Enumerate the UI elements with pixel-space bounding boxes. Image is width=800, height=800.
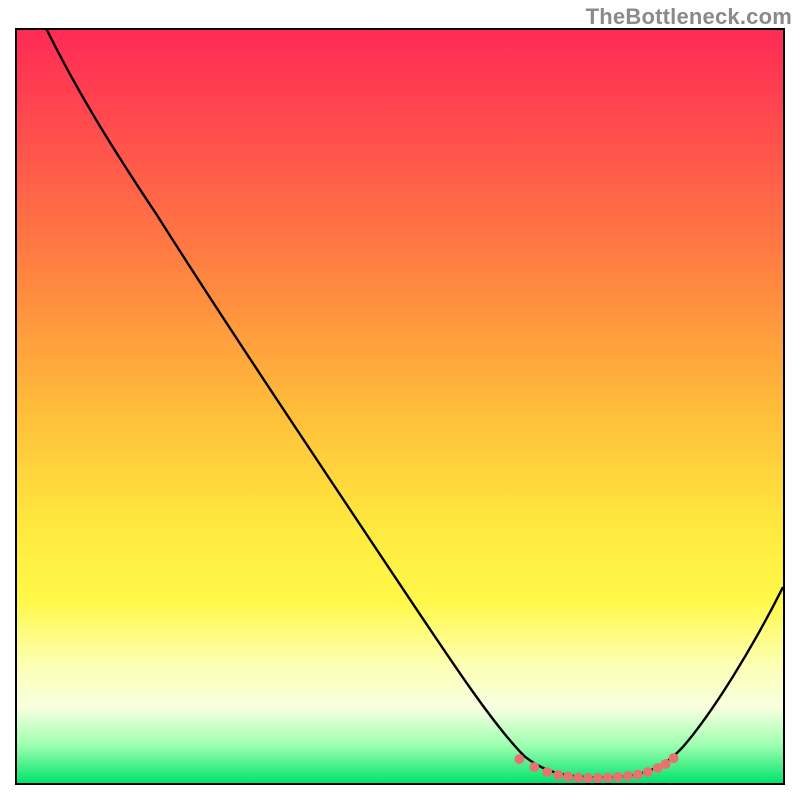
curve-line	[47, 30, 783, 777]
optimal-markers	[514, 753, 678, 783]
chart-svg	[17, 30, 783, 783]
watermark-text: TheBottleneck.com	[586, 4, 792, 30]
chart-area	[15, 28, 785, 785]
